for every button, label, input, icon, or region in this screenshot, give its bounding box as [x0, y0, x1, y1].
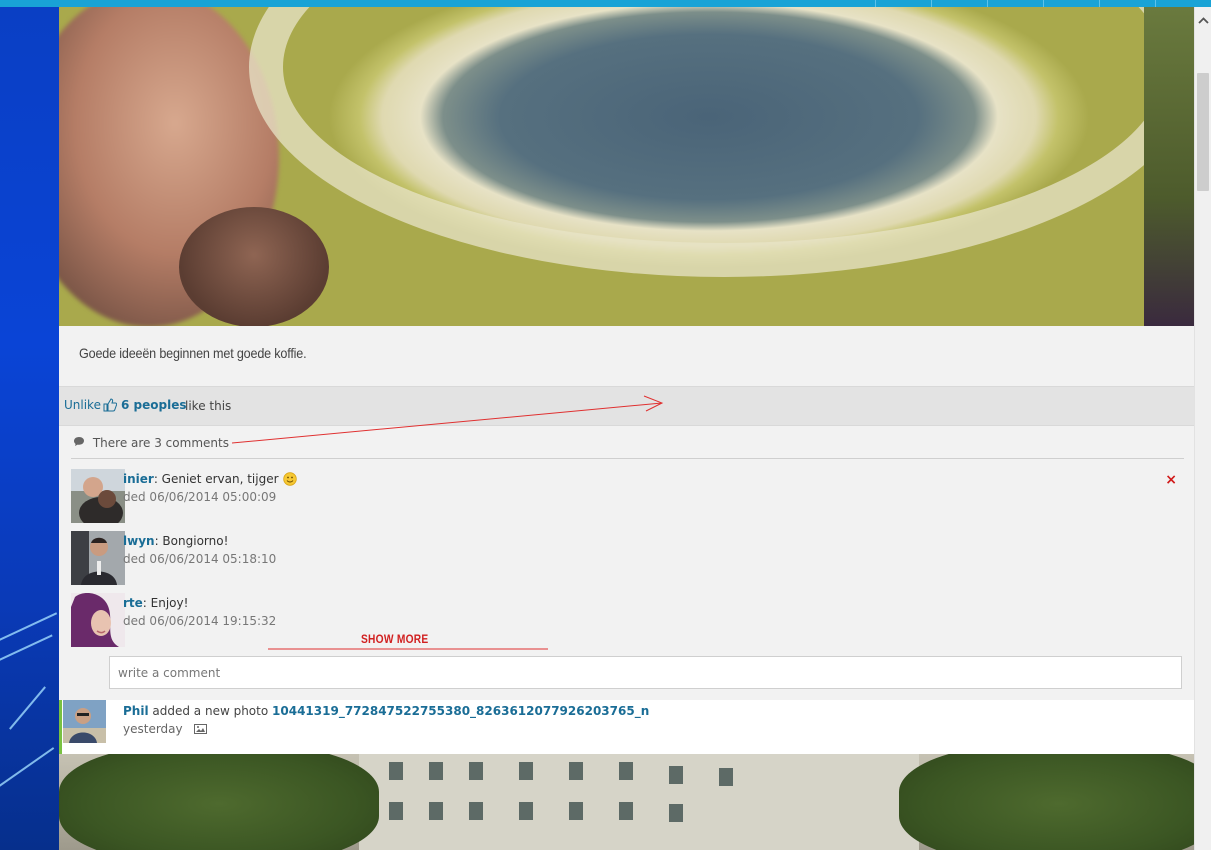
- avatar[interactable]: [71, 531, 125, 585]
- comment-item: lwyn: Bongiorno! ded 06/06/2014 05:18:10: [71, 531, 1181, 585]
- comment-author[interactable]: rte: Enjoy!: [123, 596, 188, 610]
- comment-item: inier: Geniet ervan, tijger ded 06/06/20…: [71, 469, 1181, 523]
- photo-detail: [429, 802, 443, 820]
- background-streak: [0, 634, 53, 662]
- comment-author[interactable]: lwyn: Bongiorno!: [123, 534, 228, 548]
- top-nav-bar: [0, 0, 1211, 7]
- post-caption: Goede ideeën beginnen met goede koffie.: [79, 345, 307, 361]
- photo-detail: [469, 802, 483, 820]
- photo-detail: [619, 762, 633, 780]
- chevron-up-icon: [1198, 17, 1209, 24]
- photo-detail: [249, 7, 1194, 277]
- photo-detail: [669, 766, 683, 784]
- post-photo[interactable]: [59, 754, 1194, 850]
- nav-divider: [931, 0, 932, 7]
- photo-detail: [429, 762, 443, 780]
- comment-author-name[interactable]: rte: [123, 596, 143, 610]
- photo-detail: [519, 802, 533, 820]
- background-streak: [0, 612, 58, 644]
- comment-author-name[interactable]: lwyn: [123, 534, 155, 548]
- nav-divider: [1099, 0, 1100, 7]
- show-more-button[interactable]: SHOW MORE: [361, 632, 428, 646]
- comment-bubble-icon: [73, 436, 85, 450]
- comment-input[interactable]: [109, 656, 1182, 689]
- comment-text: : Bongiorno!: [154, 534, 229, 548]
- photo-detail: [179, 207, 329, 326]
- post-photo[interactable]: [59, 7, 1194, 326]
- comments-header: There are 3 comments: [73, 436, 229, 450]
- photo-detail: [669, 804, 683, 822]
- delete-comment-button[interactable]: ×: [1165, 472, 1177, 488]
- photo-detail: [569, 762, 583, 780]
- background-streak: [9, 686, 46, 730]
- activity-item: Phil added a new photo 10441319_77284752…: [59, 700, 1194, 754]
- smiley-icon: [283, 472, 297, 486]
- nav-divider: [987, 0, 988, 7]
- comment-date: ded 06/06/2014 05:18:10: [123, 552, 277, 566]
- comment-author[interactable]: inier: Geniet ervan, tijger: [123, 472, 297, 486]
- activity-text: Phil added a new photo 10441319_77284752…: [123, 704, 649, 718]
- like-count-link[interactable]: 6 peoples: [121, 398, 186, 412]
- photo-detail: [1144, 7, 1194, 326]
- comment-item: rte: Enjoy! ded 06/06/2014 19:15:32: [71, 593, 1181, 647]
- photo-detail: [389, 762, 403, 780]
- avatar[interactable]: [71, 469, 125, 523]
- photo-detail: [59, 754, 379, 850]
- scrollbar-thumb[interactable]: [1197, 73, 1209, 191]
- photo-detail: [899, 754, 1194, 850]
- photo-detail: [469, 762, 483, 780]
- activity-action: added a new photo: [148, 704, 273, 718]
- activity-time: yesterday: [123, 722, 183, 736]
- photo-detail: [359, 754, 919, 850]
- activity-author-link[interactable]: Phil: [123, 704, 149, 718]
- photo-detail: [569, 802, 583, 820]
- photo-detail: [389, 802, 403, 820]
- comments-count-text: There are 3 comments: [92, 436, 229, 450]
- activity-meta: yesterday: [123, 722, 208, 737]
- comment-date: ded 06/06/2014 05:00:09: [123, 490, 277, 504]
- comment-text: : Geniet ervan, tijger: [153, 472, 279, 486]
- nav-divider: [875, 0, 876, 7]
- comment-date: ded 06/06/2014 19:15:32: [123, 614, 277, 628]
- image-icon: [194, 723, 208, 737]
- background-streak: [0, 747, 55, 789]
- divider: [71, 458, 1184, 459]
- photo-link[interactable]: 10441319_772847522755380_826361207792620…: [272, 704, 649, 718]
- photo-detail: [719, 768, 733, 786]
- comment-text: : Enjoy!: [142, 596, 189, 610]
- scrollbar[interactable]: [1194, 7, 1211, 850]
- page-background: [0, 7, 59, 850]
- unlike-link[interactable]: Unlike: [64, 398, 101, 412]
- avatar[interactable]: [71, 593, 125, 647]
- scroll-up-button[interactable]: [1195, 7, 1211, 41]
- photo-detail: [619, 802, 633, 820]
- like-suffix: like this: [185, 399, 232, 413]
- like-bar: Unlike 6 peoples like this: [59, 386, 1194, 426]
- nav-divider: [1155, 0, 1156, 7]
- thumbs-up-icon: [103, 398, 117, 412]
- feed-column: Goede ideeën beginnen met goede koffie. …: [59, 7, 1194, 850]
- photo-detail: [519, 762, 533, 780]
- nav-divider: [1043, 0, 1044, 7]
- comment-author-name[interactable]: inier: [123, 472, 154, 486]
- avatar[interactable]: [63, 700, 106, 743]
